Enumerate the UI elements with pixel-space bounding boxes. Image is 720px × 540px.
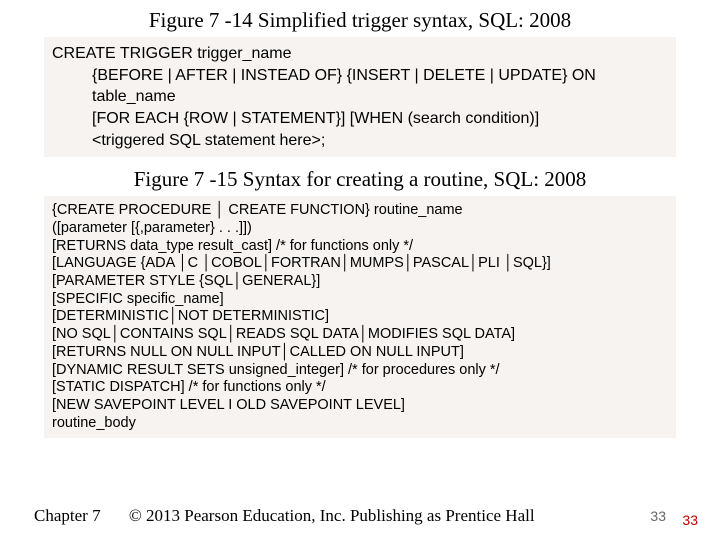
code-block-trigger: CREATE TRIGGER trigger_name {BEFORE | AF… <box>44 37 676 157</box>
code-line: [PARAMETER STYLE {SQL│GENERAL}] <box>44 273 676 291</box>
figure-caption-1: Figure 7 -14 Simplified trigger syntax, … <box>0 0 720 37</box>
code-line: [SPECIFIC specific_name] <box>44 291 676 309</box>
code-line: table_name <box>44 86 676 108</box>
code-line: CREATE TRIGGER trigger_name <box>44 43 676 65</box>
code-line: {CREATE PROCEDURE │ CREATE FUNCTION} rou… <box>44 202 676 220</box>
figure-caption-2: Figure 7 -15 Syntax for creating a routi… <box>0 157 720 196</box>
code-line: [NO SQL│CONTAINS SQL│READS SQL DATA│MODI… <box>44 326 676 344</box>
code-line: ([parameter [{,parameter} . . .]]) <box>44 220 676 238</box>
code-line: [RETURNS NULL ON NULL INPUT│CALLED ON NU… <box>44 344 676 362</box>
footer-copyright: © 2013 Pearson Education, Inc. Publishin… <box>129 506 535 526</box>
code-line: [LANGUAGE {ADA │C │COBOL│FORTRAN│MUMPS│P… <box>44 255 676 273</box>
code-line: routine_body <box>44 415 676 433</box>
code-block-routine: {CREATE PROCEDURE │ CREATE FUNCTION} rou… <box>44 196 676 438</box>
code-line: [STATIC DISPATCH] /* for functions only … <box>44 379 676 397</box>
code-line: [NEW SAVEPOINT LEVEL I OLD SAVEPOINT LEV… <box>44 397 676 415</box>
code-line: [DYNAMIC RESULT SETS unsigned_integer] /… <box>44 362 676 380</box>
code-line: {BEFORE | AFTER | INSTEAD OF} {INSERT | … <box>44 65 676 87</box>
code-line: [DETERMINISTIC│NOT DETERMINISTIC] <box>44 308 676 326</box>
footer: Chapter 7 © 2013 Pearson Education, Inc.… <box>0 506 720 526</box>
code-line: [RETURNS data_type result_cast] /* for f… <box>44 238 676 256</box>
page-number-dark: 33 <box>650 508 666 524</box>
code-line: [FOR EACH {ROW | STATEMENT}] [WHEN (sear… <box>44 108 676 130</box>
page-number-red: 33 <box>682 512 698 528</box>
footer-chapter: Chapter 7 <box>34 506 101 526</box>
code-line: <triggered SQL statement here>; <box>44 130 676 152</box>
slide: Figure 7 -14 Simplified trigger syntax, … <box>0 0 720 540</box>
